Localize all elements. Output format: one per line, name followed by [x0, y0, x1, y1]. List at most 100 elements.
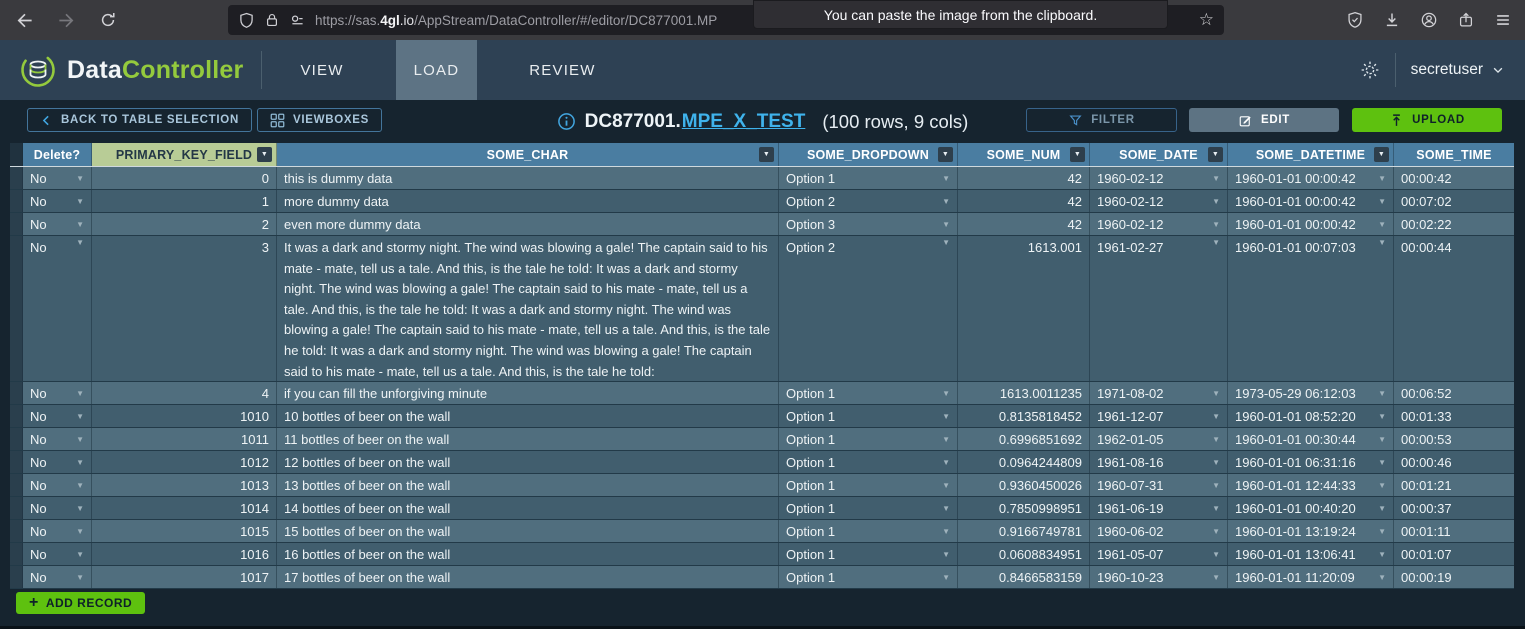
- datetime-cell[interactable]: 1973-05-29 06:12:03▼: [1228, 382, 1394, 404]
- cell-dropdown-caret-icon[interactable]: ▼: [1206, 174, 1220, 183]
- cell-dropdown-caret-icon[interactable]: ▼: [1206, 220, 1220, 229]
- delete-select[interactable]: No▼: [23, 190, 92, 212]
- datetime-cell[interactable]: 1960-01-01 00:40:20▼: [1228, 497, 1394, 519]
- column-filter-icon[interactable]: ▼: [759, 147, 774, 162]
- cell-dropdown-caret-icon[interactable]: ▼: [70, 550, 84, 559]
- cell-dropdown-caret-icon[interactable]: ▼: [936, 573, 950, 582]
- pk-cell[interactable]: 1013: [92, 474, 277, 496]
- pk-cell[interactable]: 1015: [92, 520, 277, 542]
- cell-dropdown-caret-icon[interactable]: ▼: [1206, 527, 1220, 536]
- back-icon[interactable]: [14, 10, 34, 30]
- cell-dropdown-caret-icon[interactable]: ▼: [936, 550, 950, 559]
- cell-dropdown-caret-icon[interactable]: ▼: [70, 238, 84, 247]
- table-name-link[interactable]: MPE_X_TEST: [682, 111, 806, 133]
- time-cell[interactable]: 00:01:11: [1394, 520, 1514, 542]
- char-cell[interactable]: 10 bottles of beer on the wall: [277, 405, 779, 427]
- datetime-cell[interactable]: 1960-01-01 00:07:03▼: [1228, 236, 1394, 381]
- time-cell[interactable]: 00:02:22: [1394, 213, 1514, 235]
- num-cell[interactable]: 0.7850998951: [958, 497, 1090, 519]
- datetime-cell[interactable]: 1960-01-01 12:44:33▼: [1228, 474, 1394, 496]
- time-cell[interactable]: 00:01:21: [1394, 474, 1514, 496]
- cell-dropdown-caret-icon[interactable]: ▼: [70, 573, 84, 582]
- delete-select[interactable]: No▼: [23, 474, 92, 496]
- datetime-cell[interactable]: 1960-01-01 13:19:24▼: [1228, 520, 1394, 542]
- pk-cell[interactable]: 3: [92, 236, 277, 381]
- cell-dropdown-caret-icon[interactable]: ▼: [936, 458, 950, 467]
- dropdown-select[interactable]: Option 1▼: [779, 382, 958, 404]
- num-cell[interactable]: 0.8466583159: [958, 566, 1090, 588]
- char-cell[interactable]: this is dummy data: [277, 167, 779, 189]
- bookmark-star-icon[interactable]: ☆: [1199, 10, 1214, 30]
- delete-select[interactable]: No▼: [23, 543, 92, 565]
- cell-dropdown-caret-icon[interactable]: ▼: [936, 238, 950, 247]
- char-cell[interactable]: 12 bottles of beer on the wall: [277, 451, 779, 473]
- char-cell[interactable]: even more dummy data: [277, 213, 779, 235]
- cell-dropdown-caret-icon[interactable]: ▼: [1206, 550, 1220, 559]
- datetime-cell[interactable]: 1960-01-01 00:00:42▼: [1228, 190, 1394, 212]
- time-cell[interactable]: 00:00:19: [1394, 566, 1514, 588]
- cell-dropdown-caret-icon[interactable]: ▼: [1372, 389, 1386, 398]
- cell-dropdown-caret-icon[interactable]: ▼: [1372, 458, 1386, 467]
- cell-dropdown-caret-icon[interactable]: ▼: [1206, 573, 1220, 582]
- date-cell[interactable]: 1960-07-31▼: [1090, 474, 1228, 496]
- date-cell[interactable]: 1960-06-02▼: [1090, 520, 1228, 542]
- delete-select[interactable]: No▼: [23, 566, 92, 588]
- row-handle[interactable]: [10, 520, 23, 542]
- shield-check-icon[interactable]: [1346, 10, 1364, 30]
- cell-dropdown-caret-icon[interactable]: ▼: [936, 389, 950, 398]
- time-cell[interactable]: 00:06:52: [1394, 382, 1514, 404]
- dropdown-select[interactable]: Option 1▼: [779, 497, 958, 519]
- row-handle[interactable]: [10, 566, 23, 588]
- forward-icon[interactable]: [56, 10, 76, 30]
- cell-dropdown-caret-icon[interactable]: ▼: [1206, 458, 1220, 467]
- time-cell[interactable]: 00:00:44: [1394, 236, 1514, 381]
- cell-dropdown-caret-icon[interactable]: ▼: [70, 504, 84, 513]
- pk-cell[interactable]: 1017: [92, 566, 277, 588]
- date-cell[interactable]: 1960-02-12▼: [1090, 213, 1228, 235]
- account-icon[interactable]: [1420, 10, 1438, 30]
- cell-dropdown-caret-icon[interactable]: ▼: [70, 458, 84, 467]
- cell-dropdown-caret-icon[interactable]: ▼: [1372, 550, 1386, 559]
- upload-button[interactable]: UPLOAD: [1352, 108, 1502, 132]
- cell-dropdown-caret-icon[interactable]: ▼: [1206, 389, 1220, 398]
- row-handle[interactable]: [10, 405, 23, 427]
- delete-select[interactable]: No▼: [23, 428, 92, 450]
- cell-dropdown-caret-icon[interactable]: ▼: [1372, 220, 1386, 229]
- cell-dropdown-caret-icon[interactable]: ▼: [70, 412, 84, 421]
- cell-dropdown-caret-icon[interactable]: ▼: [70, 174, 84, 183]
- cell-dropdown-caret-icon[interactable]: ▼: [70, 197, 84, 206]
- row-handle[interactable]: [10, 428, 23, 450]
- dropdown-select[interactable]: Option 1▼: [779, 474, 958, 496]
- column-filter-icon[interactable]: ▼: [938, 147, 953, 162]
- dropdown-select[interactable]: Option 1▼: [779, 520, 958, 542]
- cell-dropdown-caret-icon[interactable]: ▼: [936, 220, 950, 229]
- date-cell[interactable]: 1960-02-12▼: [1090, 190, 1228, 212]
- pk-cell[interactable]: 1014: [92, 497, 277, 519]
- delete-select[interactable]: No▼: [23, 405, 92, 427]
- date-cell[interactable]: 1961-02-27▼: [1090, 236, 1228, 381]
- row-handle[interactable]: [10, 497, 23, 519]
- tab-view[interactable]: VIEW: [282, 40, 361, 100]
- date-cell[interactable]: 1961-05-07▼: [1090, 543, 1228, 565]
- pk-cell[interactable]: 2: [92, 213, 277, 235]
- theme-sun-icon[interactable]: [1360, 60, 1380, 80]
- dropdown-select[interactable]: Option 1▼: [779, 543, 958, 565]
- datetime-cell[interactable]: 1960-01-01 08:52:20▼: [1228, 405, 1394, 427]
- cell-dropdown-caret-icon[interactable]: ▼: [936, 435, 950, 444]
- cell-dropdown-caret-icon[interactable]: ▼: [1206, 197, 1220, 206]
- dropdown-select[interactable]: Option 1▼: [779, 566, 958, 588]
- row-handle[interactable]: [10, 190, 23, 212]
- char-cell[interactable]: if you can fill the unforgiving minute: [277, 382, 779, 404]
- row-handle[interactable]: [10, 382, 23, 404]
- dropdown-select[interactable]: Option 1▼: [779, 167, 958, 189]
- char-cell[interactable]: more dummy data: [277, 190, 779, 212]
- num-cell[interactable]: 0.6996851692: [958, 428, 1090, 450]
- tab-load[interactable]: LOAD: [396, 40, 478, 100]
- char-cell[interactable]: 11 bottles of beer on the wall: [277, 428, 779, 450]
- cell-dropdown-caret-icon[interactable]: ▼: [70, 435, 84, 444]
- reload-icon[interactable]: [98, 10, 118, 30]
- char-cell[interactable]: 15 bottles of beer on the wall: [277, 520, 779, 542]
- delete-select[interactable]: No▼: [23, 382, 92, 404]
- num-cell[interactable]: 0.9360450026: [958, 474, 1090, 496]
- time-cell[interactable]: 00:01:07: [1394, 543, 1514, 565]
